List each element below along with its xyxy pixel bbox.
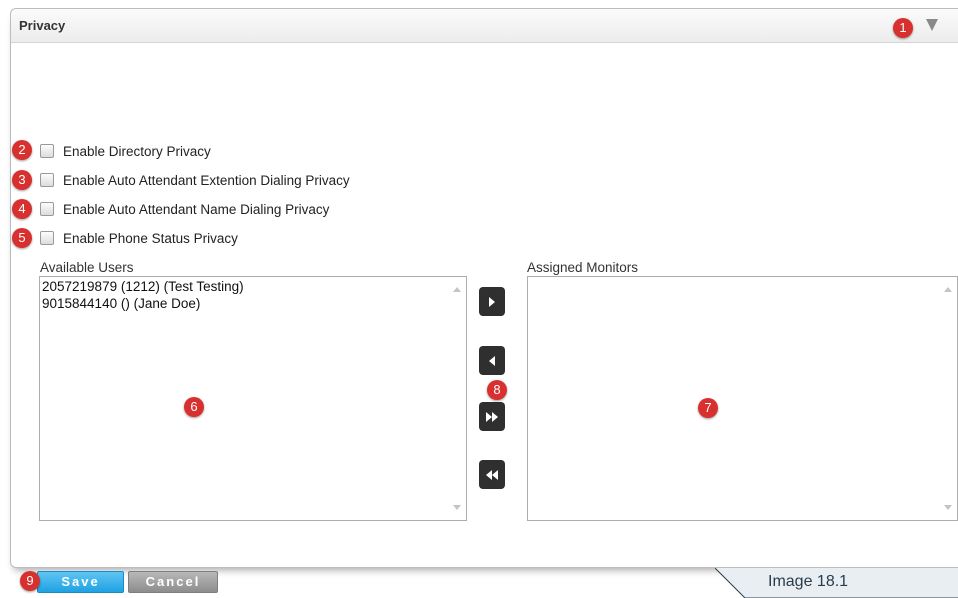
- phone-status-privacy-checkbox[interactable]: [40, 231, 54, 245]
- aa-name-privacy-row[interactable]: Enable Auto Attendant Name Dialing Priva…: [40, 200, 329, 218]
- move-all-right-button[interactable]: [479, 402, 505, 431]
- scroll-down-arrow-icon[interactable]: [453, 505, 461, 510]
- directory-privacy-checkbox[interactable]: [40, 144, 54, 158]
- aa-extension-privacy-label: Enable Auto Attendant Extention Dialing …: [63, 172, 350, 188]
- callout-badge-1: 1: [893, 18, 913, 38]
- directory-privacy-label: Enable Directory Privacy: [63, 143, 211, 159]
- available-users-list[interactable]: 2057219879 (1212) (Test Testing) 9015844…: [39, 276, 467, 521]
- callout-badge-5: 5: [12, 228, 32, 248]
- move-right-button[interactable]: [479, 287, 505, 316]
- available-user-item[interactable]: 9015844140 () (Jane Doe): [42, 295, 244, 312]
- panel-header[interactable]: Privacy: [11, 9, 958, 43]
- phone-status-privacy-label: Enable Phone Status Privacy: [63, 230, 238, 246]
- callout-badge-7: 7: [698, 398, 718, 418]
- scroll-down-arrow-icon[interactable]: [944, 505, 952, 510]
- scroll-up-arrow-icon[interactable]: [944, 287, 952, 292]
- callout-badge-9: 9: [20, 571, 40, 591]
- callout-badge-3: 3: [12, 170, 32, 190]
- fast-forward-icon: [486, 411, 498, 422]
- move-left-button[interactable]: [479, 346, 505, 375]
- assigned-monitors-label: Assigned Monitors: [527, 260, 639, 275]
- aa-name-privacy-label: Enable Auto Attendant Name Dialing Priva…: [63, 201, 330, 217]
- aa-extension-privacy-checkbox[interactable]: [40, 173, 54, 187]
- phone-status-privacy-row[interactable]: Enable Phone Status Privacy: [40, 229, 238, 247]
- move-all-left-button[interactable]: [479, 460, 505, 489]
- aa-name-privacy-checkbox[interactable]: [40, 202, 54, 216]
- rewind-icon: [486, 469, 498, 480]
- directory-privacy-row[interactable]: Enable Directory Privacy: [40, 142, 211, 160]
- cancel-button[interactable]: Cancel: [128, 571, 218, 593]
- available-users-label: Available Users: [40, 260, 134, 275]
- available-user-item[interactable]: 2057219879 (1212) (Test Testing): [42, 278, 244, 295]
- callout-badge-2: 2: [12, 140, 32, 160]
- play-right-icon: [489, 296, 495, 307]
- image-caption: Image 18.1: [768, 573, 849, 590]
- play-left-icon: [489, 355, 495, 366]
- callout-badge-4: 4: [12, 199, 32, 219]
- save-button[interactable]: Save: [37, 571, 124, 593]
- collapse-triangle-icon[interactable]: [926, 19, 938, 31]
- aa-extension-privacy-row[interactable]: Enable Auto Attendant Extention Dialing …: [40, 171, 350, 189]
- scroll-up-arrow-icon[interactable]: [453, 287, 461, 292]
- assigned-monitors-list[interactable]: [527, 276, 958, 521]
- callout-badge-8: 8: [487, 380, 507, 400]
- panel-title: Privacy: [19, 18, 66, 33]
- callout-badge-6: 6: [184, 397, 204, 417]
